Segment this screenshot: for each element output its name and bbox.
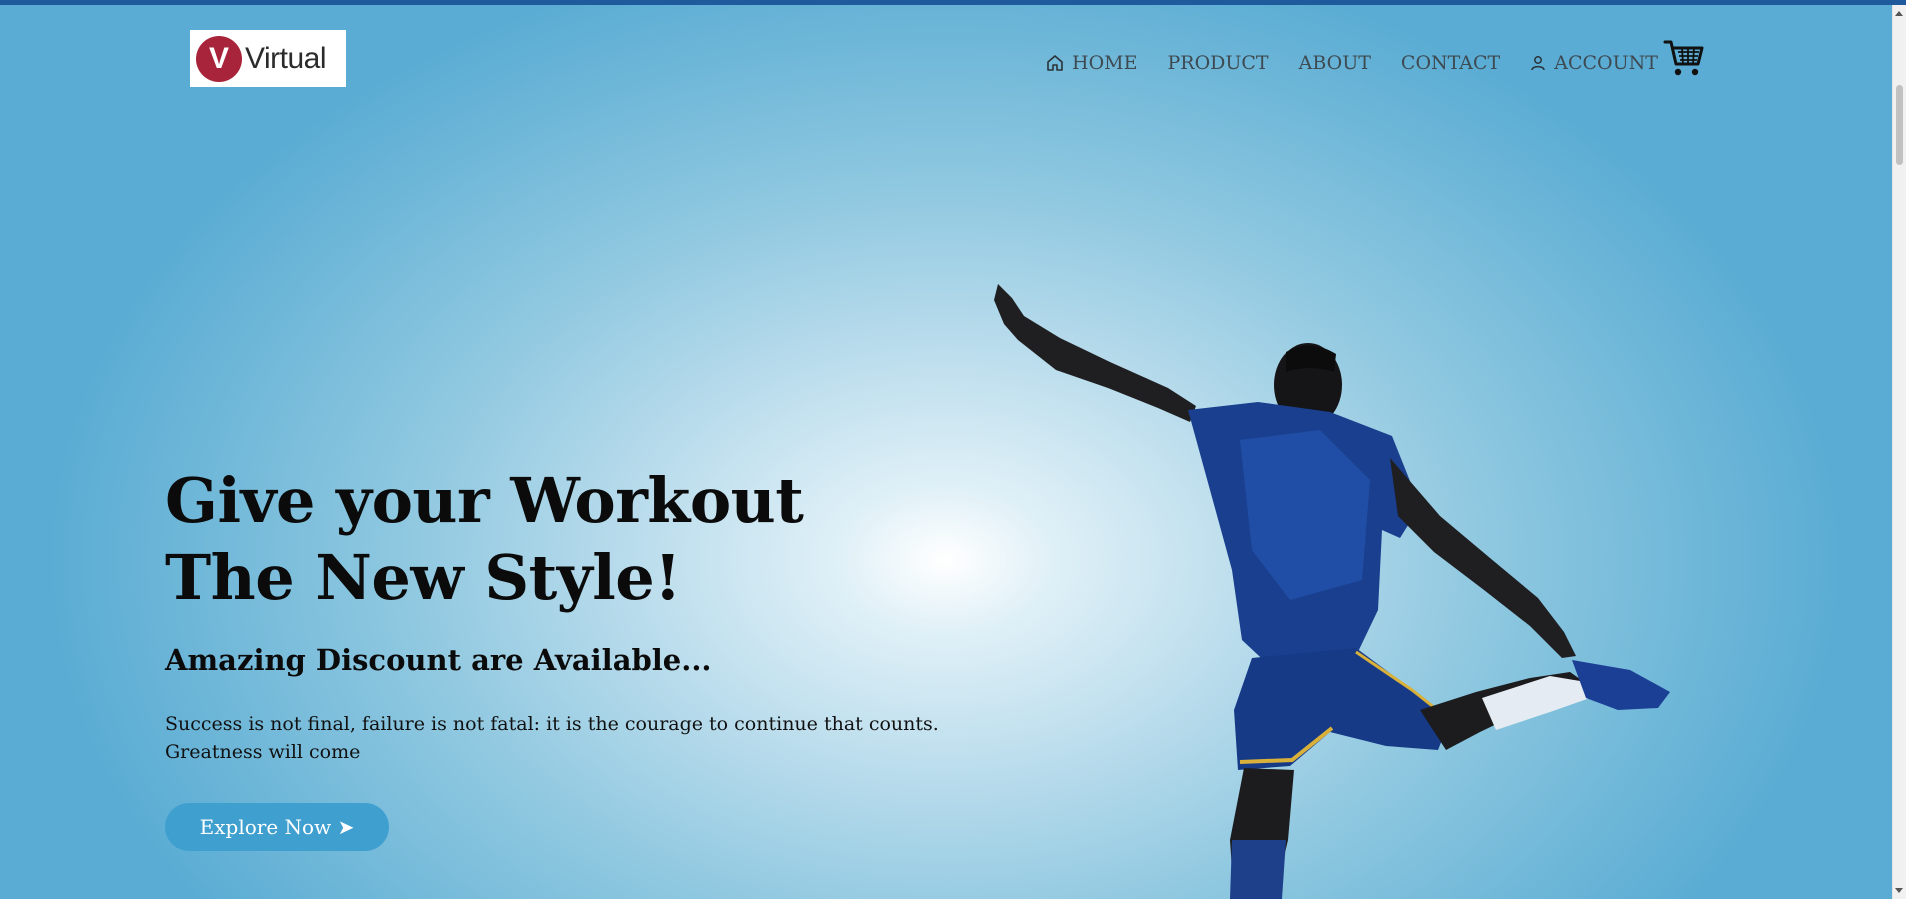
- nav-label-contact: CONTACT: [1400, 52, 1501, 74]
- shopping-cart-icon[interactable]: [1663, 38, 1705, 78]
- brand-logo[interactable]: V Virtual: [190, 30, 346, 87]
- hero-subtitle: Amazing Discount are Available...: [165, 643, 712, 677]
- hero-title-line-1: Give your Workout: [165, 464, 804, 537]
- main-nav: HOME PRODUCT ABOUT CONTACT ACCOUNT: [1046, 48, 1658, 78]
- scrollbar-thumb[interactable]: [1896, 85, 1903, 165]
- explore-now-button[interactable]: Explore Now ➤: [165, 803, 389, 851]
- hero-quote-line-2: Greatness will come: [165, 741, 361, 763]
- soccer-player-image: [994, 284, 1670, 899]
- hero-quote: Success is not final, failure is not fat…: [165, 710, 965, 766]
- hero-title-line-2: The New Style!: [165, 541, 681, 614]
- scroll-up-arrow-icon[interactable]: [1895, 11, 1903, 16]
- hero-quote-line-1: Success is not final, failure is not fat…: [165, 713, 939, 735]
- nav-label-home: HOME: [1072, 52, 1138, 74]
- nav-item-about[interactable]: ABOUT: [1299, 52, 1371, 74]
- page-scrollbar[interactable]: [1892, 5, 1906, 899]
- nav-label-product: PRODUCT: [1167, 52, 1269, 74]
- nav-item-account[interactable]: ACCOUNT: [1530, 52, 1658, 74]
- logo-text: Virtual: [245, 41, 327, 75]
- hero-title: Give your Workout The New Style!: [165, 462, 804, 616]
- logo-letter: V: [208, 41, 229, 75]
- browser-top-strip: [0, 0, 1906, 5]
- nav-label-about: ABOUT: [1298, 52, 1371, 74]
- nav-item-home[interactable]: HOME: [1046, 52, 1137, 74]
- nav-item-contact[interactable]: CONTACT: [1401, 52, 1500, 74]
- home-icon: [1046, 54, 1064, 72]
- scroll-down-arrow-icon[interactable]: [1895, 888, 1903, 893]
- user-icon: [1530, 55, 1546, 71]
- logo-badge-icon: V: [196, 35, 242, 82]
- nav-label-account: ACCOUNT: [1554, 52, 1658, 74]
- nav-item-product[interactable]: PRODUCT: [1167, 52, 1268, 74]
